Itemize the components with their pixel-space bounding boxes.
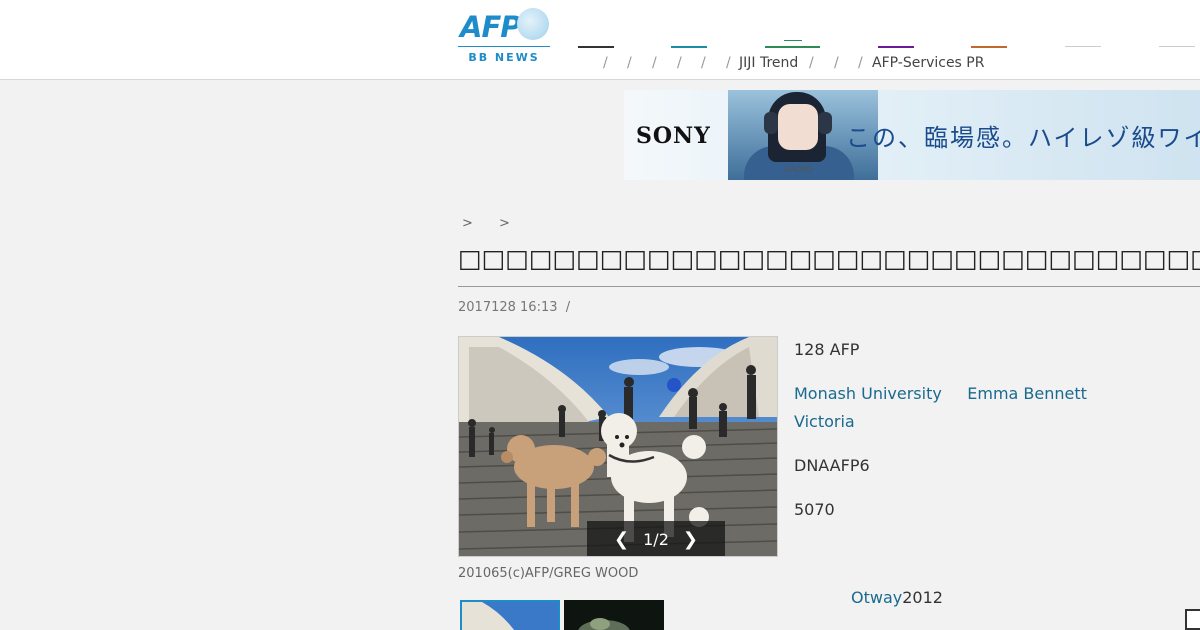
photo-caption: 201065(c)AFP/GREG WOOD: [458, 566, 639, 581]
slider-controls: ❮ 1/2 ❯: [587, 521, 725, 556]
nav-item-afp-services-pr[interactable]: AFP-Services PR: [872, 55, 984, 71]
thumbnail-2[interactable]: [564, 600, 664, 630]
nav-bar-2: [671, 46, 707, 48]
slide-counter: 1/2: [643, 529, 669, 549]
logo-subtitle: BB NEWS: [468, 51, 540, 64]
title-divider: [458, 286, 1200, 287]
nav-bar-3: [765, 46, 820, 48]
article-paragraph-2: Monash University Emma Bennett: [794, 384, 1087, 403]
nav-bar-7: [1159, 46, 1195, 47]
sony-ad-banner[interactable]: SONY DAOKO この、臨場感。ハイレゾ級ワイ: [624, 90, 1200, 180]
ad-tagline: この、臨場感。ハイレゾ級ワイ: [846, 124, 1200, 152]
nav-bar-5: [971, 46, 1007, 48]
next-arrow-icon[interactable]: ❯: [669, 529, 712, 550]
article-paragraph-3: DNAAFP6: [794, 456, 870, 475]
link-monash-university[interactable]: Monash University: [794, 384, 942, 403]
nav-item-jiji-trend[interactable]: JIJI Trend: [739, 55, 798, 71]
scroll-top-button[interactable]: [1185, 609, 1200, 630]
nav-bar-3-tab: [784, 40, 802, 41]
site-header: AFP BB NEWS / / / / / / JIJI Trend / / /…: [0, 0, 1200, 80]
article-paragraph-1: 128 AFP: [794, 340, 860, 359]
logo-wordmark: AFP: [460, 10, 522, 44]
link-victoria[interactable]: Victoria: [794, 412, 855, 431]
afpbb-logo[interactable]: AFP BB NEWS: [458, 8, 550, 66]
article-paragraph-4: 5070: [794, 500, 835, 519]
article-meta: 2017128 16:13 /: [458, 300, 570, 315]
thumbnail-1[interactable]: [460, 600, 560, 630]
link-otway[interactable]: Otway: [851, 588, 902, 607]
link-emma-bennett[interactable]: Emma Bennett: [967, 384, 1087, 403]
nav-bar-1: [578, 46, 614, 48]
globe-icon: [517, 8, 549, 40]
breadcrumb-sep-1: >: [462, 216, 473, 231]
article-paragraph-2-cont: Victoria: [794, 412, 855, 431]
ad-artist-name: DAOKO: [784, 165, 813, 174]
headphones-icon: [764, 112, 778, 134]
meta-separator: /: [565, 300, 571, 315]
prev-arrow-icon[interactable]: ❮: [600, 529, 643, 550]
article-photo-slider[interactable]: ❮ 1/2 ❯: [458, 336, 778, 557]
article-paragraph-5: Otway2012: [851, 588, 943, 607]
nav-bar-4: [878, 46, 914, 48]
breadcrumb-sep-2: >: [499, 216, 510, 231]
breadcrumb: > >: [462, 216, 532, 231]
sony-logo: SONY: [636, 123, 711, 149]
article-title: □□□□□□□□□□□□□□□□□□□□□□□□□□□□□□□□□□□□□□□□…: [458, 244, 1200, 273]
nav-bar-6: [1065, 46, 1101, 47]
article-date: 2017128 16:13: [458, 300, 558, 315]
